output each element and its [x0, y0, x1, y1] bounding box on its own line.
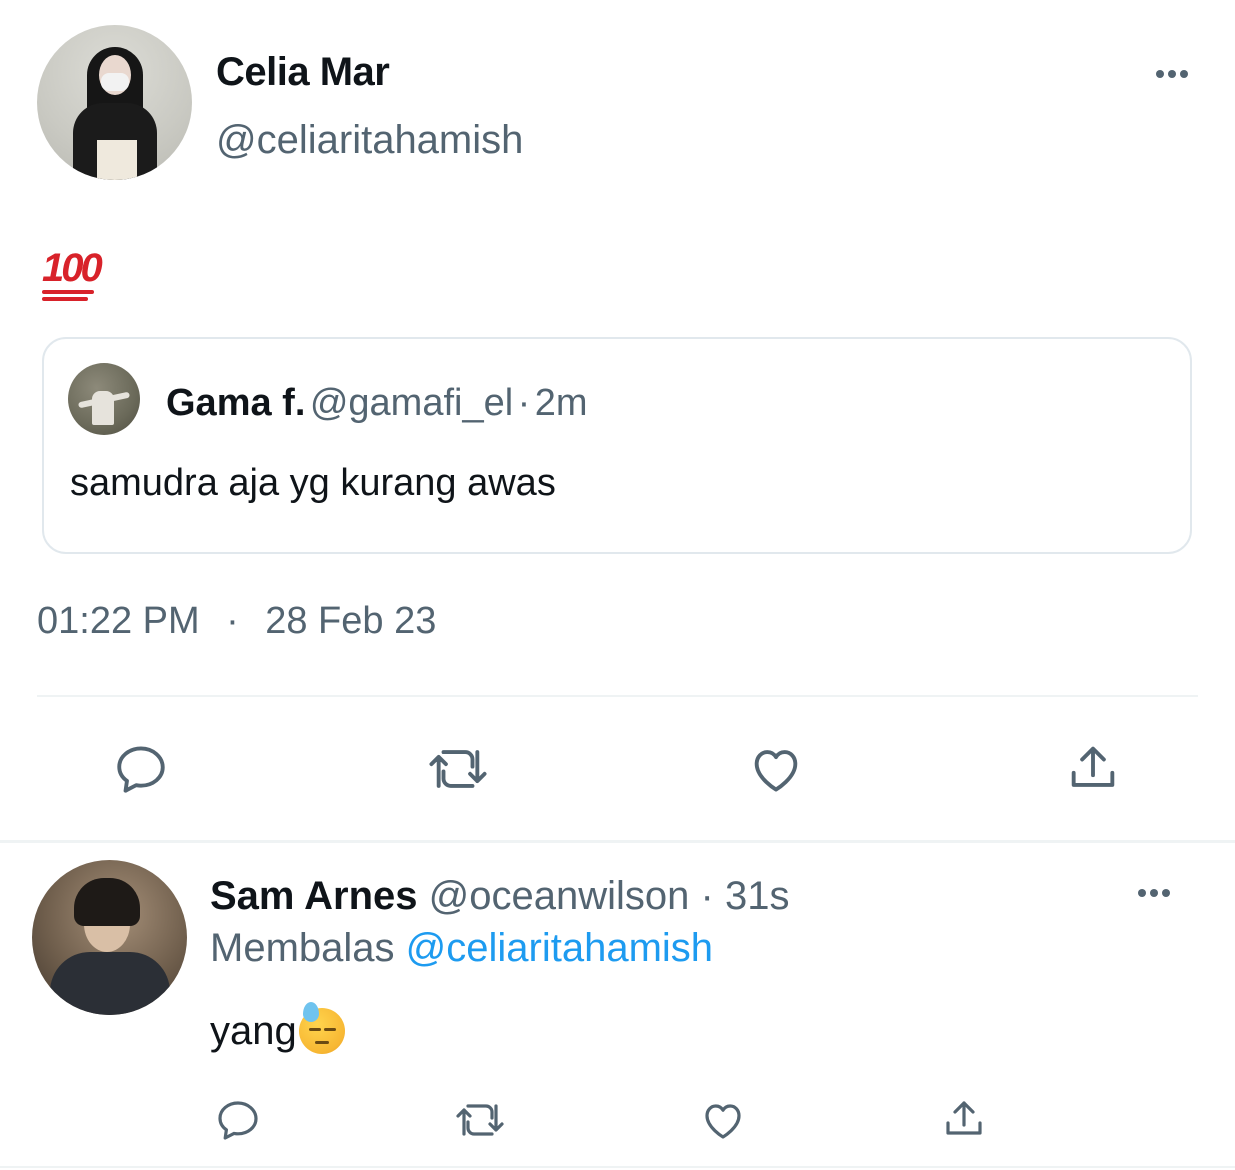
bottom-divider — [0, 1166, 1235, 1168]
reply-tweet-reply-icon[interactable] — [214, 1096, 262, 1144]
divider — [37, 695, 1198, 697]
replying-to-prefix: Membalas — [210, 926, 395, 970]
downcast-face-with-sweat-emoji — [298, 1002, 345, 1054]
quoted-tweet-text: samudra aja yg kurang awas — [70, 462, 556, 504]
reply-tweet-avatar[interactable] — [32, 860, 187, 1015]
quoted-tweet-separator: · — [517, 382, 531, 424]
reply-tweet-separator: · — [700, 874, 714, 918]
share-icon[interactable] — [1064, 738, 1122, 798]
reply-tweet-display-name[interactable]: Sam Arnes — [210, 874, 418, 918]
reply-tweet-retweet-icon[interactable] — [452, 1096, 508, 1144]
reply-tweet-handle[interactable]: @oceanwilson — [429, 874, 690, 918]
quoted-tweet-card[interactable] — [42, 337, 1192, 554]
timestamp-separator: · — [226, 600, 239, 642]
main-tweet-handle[interactable]: @celiaritahamish — [216, 118, 523, 163]
reply-tweet-text: yang — [210, 1002, 345, 1054]
hundred-points-emoji: 💯 100 — [42, 208, 103, 301]
reply-tweet-share-icon[interactable] — [940, 1094, 988, 1144]
reply-tweet-like-icon[interactable] — [698, 1096, 748, 1144]
replying-to-line: Membalas @celiaritahamish — [210, 926, 713, 971]
timestamp-date: 28 Feb 23 — [265, 600, 437, 642]
quoted-tweet-handle[interactable]: @gamafi_el — [310, 382, 513, 424]
quoted-tweet-time[interactable]: 2m — [535, 382, 588, 424]
reply-tweet-header: Sam Arnes @oceanwilson · 31s — [210, 874, 789, 919]
quoted-tweet-header: Gama f. @gamafi_el · 2m — [166, 382, 588, 425]
reply-icon[interactable] — [112, 740, 170, 798]
quoted-tweet-avatar[interactable] — [68, 363, 140, 435]
thread-separator — [0, 840, 1235, 843]
like-icon[interactable] — [746, 740, 806, 798]
retweet-icon[interactable] — [424, 740, 492, 798]
reply-more-options-icon[interactable] — [1134, 887, 1174, 899]
more-options-icon[interactable] — [1152, 68, 1192, 80]
reply-tweet-text-content: yang — [210, 1009, 297, 1053]
main-tweet-display-name[interactable]: Celia Mar — [216, 50, 390, 95]
main-tweet-avatar[interactable] — [37, 25, 192, 180]
timestamp-time: 01:22 PM — [37, 600, 200, 642]
quoted-tweet-display-name[interactable]: Gama f. — [166, 382, 305, 424]
replying-to-link[interactable]: @celiaritahamish — [406, 926, 713, 970]
tweet-timestamp[interactable]: 01:22 PM · 28 Feb 23 — [37, 600, 436, 643]
reply-tweet-time[interactable]: 31s — [725, 874, 790, 918]
